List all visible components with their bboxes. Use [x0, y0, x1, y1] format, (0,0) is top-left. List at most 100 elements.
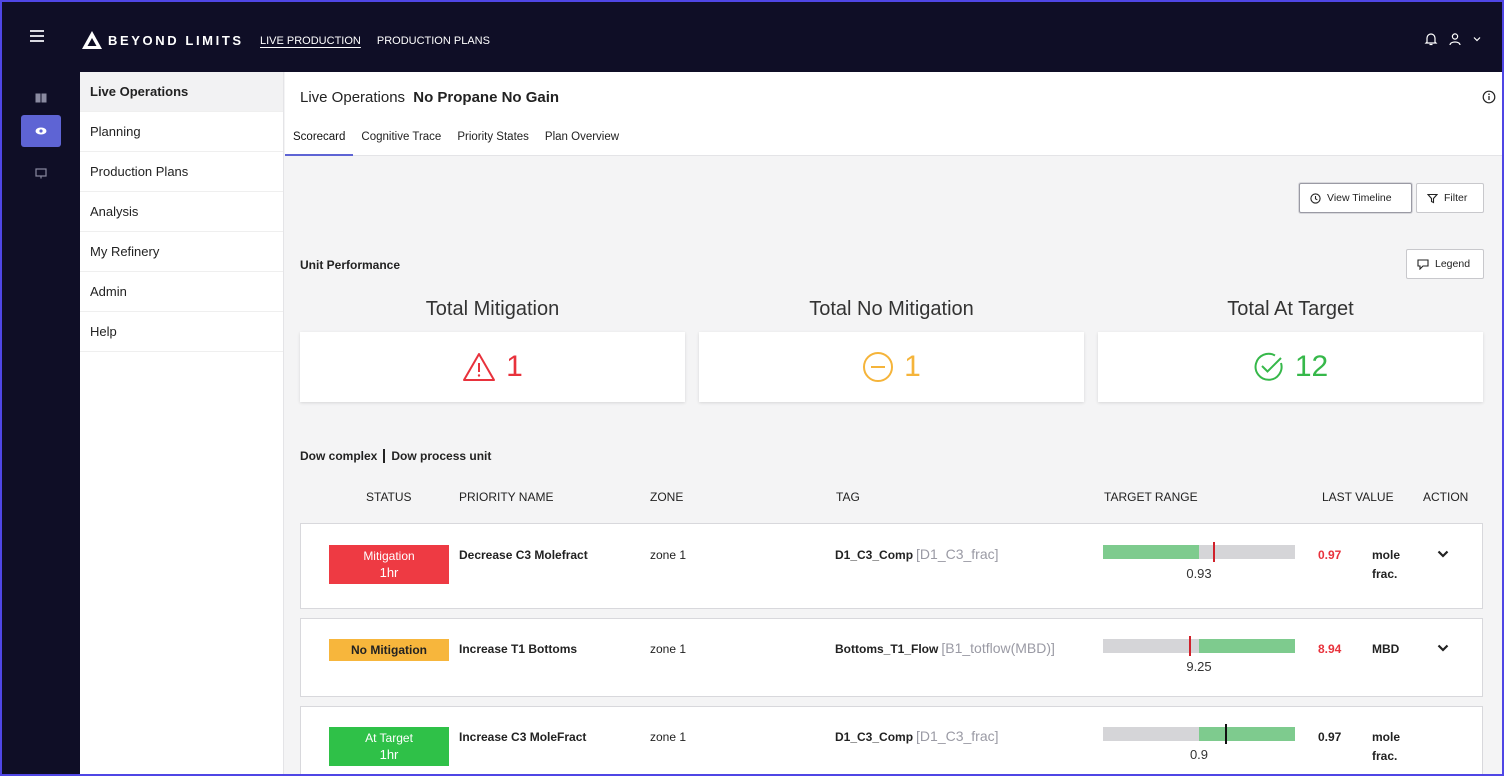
unit-performance-label: Unit Performance — [300, 258, 401, 272]
status-duration: 1hr — [379, 565, 399, 580]
brand-name: BEYOND LIMITS — [108, 32, 244, 48]
check-circle-icon — [1254, 352, 1283, 381]
icon-rail — [2, 72, 80, 774]
book-icon — [35, 93, 47, 103]
current-value-marker — [1213, 542, 1215, 562]
target-range-value: 9.25 — [1186, 659, 1212, 674]
metric-title-mitigation: Total Mitigation — [425, 298, 560, 320]
current-value-marker — [1189, 636, 1191, 656]
expand-chevron-icon[interactable] — [1436, 548, 1450, 560]
chevron-down-icon[interactable] — [1472, 34, 1482, 44]
target-range-bar — [1103, 636, 1295, 656]
status-badge-no-mitigation: No Mitigation — [329, 639, 449, 661]
sidebar-item-live-operations[interactable]: Live Operations — [80, 72, 283, 112]
page-title: Live Operations No Propane No Gain — [300, 89, 559, 106]
expand-chevron-icon[interactable] — [1436, 642, 1450, 654]
status-badge-at-target: At Target 1hr — [329, 727, 449, 766]
top-right-controls — [1424, 32, 1482, 46]
tag: Bottoms_T1_Flow [B1_totflow(MBD)] — [835, 640, 1055, 656]
topnav-production-plans[interactable]: PRODUCTION PLANS — [377, 35, 490, 47]
last-value: 0.97 — [1318, 730, 1342, 744]
rail-monitor[interactable] — [21, 158, 61, 190]
sidebar-item-my-refinery[interactable]: My Refinery — [80, 232, 283, 272]
current-value-marker — [1225, 724, 1227, 744]
topnav-live-production[interactable]: LIVE PRODUCTION — [260, 35, 361, 47]
column-header-status: STATUS — [366, 490, 412, 504]
table-row[interactable]: At Target 1hr Increase C3 MoleFract zone… — [300, 706, 1483, 774]
rail-book[interactable] — [21, 82, 61, 114]
metric-value-mitigation: 1 — [506, 350, 523, 383]
column-header-action: ACTION — [1423, 490, 1469, 504]
metric-title-no-mitigation: Total No Mitigation — [809, 298, 974, 320]
priority-name: Increase C3 MoleFract — [459, 730, 587, 744]
table-row[interactable]: Mitigation 1hr Decrease C3 Molefract zon… — [300, 523, 1483, 609]
sidebar-item-help[interactable]: Help — [80, 312, 283, 352]
breadcrumb: Dow complex Dow process unit — [300, 449, 491, 463]
target-range-band — [1199, 727, 1295, 741]
hamburger-menu-icon[interactable] — [30, 30, 44, 42]
tab-cognitive-trace[interactable]: Cognitive Trace — [353, 124, 449, 156]
filter-button[interactable]: Filter — [1416, 183, 1484, 213]
target-range-bar — [1103, 542, 1295, 562]
metric-value-at-target: 12 — [1294, 350, 1329, 383]
app-frame: BEYOND LIMITS LIVE PRODUCTION PRODUCTION… — [0, 0, 1504, 776]
legend-icon — [1417, 258, 1429, 270]
page-header: Live Operations No Propane No Gain Score… — [285, 72, 1502, 156]
top-nav: LIVE PRODUCTION PRODUCTION PLANS — [260, 35, 490, 47]
page-title-section: Live Operations — [300, 89, 406, 106]
table-row[interactable]: No Mitigation Increase T1 Bottoms zone 1… — [300, 618, 1483, 697]
tab-scorecard[interactable]: Scorecard — [285, 124, 354, 156]
column-header-target-range: TARGET RANGE — [1104, 490, 1198, 504]
last-value: 0.97 — [1318, 548, 1342, 562]
view-timeline-label: View Timeline — [1327, 192, 1392, 204]
view-timeline-button[interactable]: View Timeline — [1299, 183, 1412, 213]
metric-card-at-target[interactable]: 12 — [1098, 332, 1483, 402]
clock-icon — [1310, 192, 1321, 204]
beyond-limits-logo-icon — [82, 31, 102, 49]
status-label: Mitigation — [363, 549, 415, 563]
metric-card-no-mitigation[interactable]: 1 — [699, 332, 1084, 402]
column-header-zone: ZONE — [650, 490, 684, 504]
zone: zone 1 — [650, 548, 687, 562]
minus-circle-icon — [863, 352, 894, 382]
priority-name: Increase T1 Bottoms — [459, 642, 578, 656]
metric-card-mitigation[interactable]: 1 — [300, 332, 685, 402]
column-header-priority-name: PRIORITY NAME — [459, 490, 554, 504]
sidebar: Live Operations Planning Production Plan… — [80, 72, 284, 774]
unit: MBD — [1372, 642, 1400, 656]
sidebar-item-analysis[interactable]: Analysis — [80, 192, 283, 232]
breadcrumb-separator — [383, 449, 386, 463]
bell-icon[interactable] — [1424, 32, 1438, 46]
sidebar-item-production-plans[interactable]: Production Plans — [80, 152, 283, 192]
sidebar-item-admin[interactable]: Admin — [80, 272, 283, 312]
filter-icon — [1427, 193, 1438, 203]
metric-value-no-mitigation: 1 — [904, 350, 921, 383]
zone: zone 1 — [650, 730, 687, 744]
tag: D1_C3_Comp [D1_C3_frac] — [835, 728, 999, 744]
column-header-tag: TAG — [836, 490, 860, 504]
last-value: 8.94 — [1318, 642, 1342, 656]
tab-plan-overview[interactable]: Plan Overview — [537, 124, 627, 156]
target-range-value: 0.93 — [1186, 566, 1212, 581]
warning-triangle-icon — [463, 353, 496, 381]
tag-alias: [D1_C3_frac] — [916, 546, 999, 562]
tab-priority-states[interactable]: Priority States — [449, 124, 537, 156]
tag-name: D1_C3_Comp — [835, 548, 914, 562]
rail-eye[interactable] — [21, 115, 61, 147]
brand-logo[interactable]: BEYOND LIMITS — [82, 31, 244, 49]
tag-alias: [D1_C3_frac] — [916, 728, 999, 744]
target-range-value: 0.9 — [1189, 747, 1209, 762]
tab-bar: Scorecard Cognitive Trace Priority State… — [285, 124, 627, 156]
unit: mole frac. — [1372, 548, 1401, 581]
target-range-band — [1199, 639, 1295, 653]
monitor-icon — [35, 168, 47, 179]
status-label: At Target — [365, 731, 413, 745]
sidebar-item-planning[interactable]: Planning — [80, 112, 283, 152]
breadcrumb-unit[interactable]: Dow process unit — [391, 449, 491, 463]
legend-button[interactable]: Legend — [1406, 249, 1484, 279]
info-icon[interactable] — [1482, 90, 1496, 104]
page-title-plan: No Propane No Gain — [413, 89, 560, 106]
user-icon[interactable] — [1448, 32, 1462, 46]
breadcrumb-complex[interactable]: Dow complex — [300, 449, 377, 463]
status-label: No Mitigation — [351, 643, 427, 657]
